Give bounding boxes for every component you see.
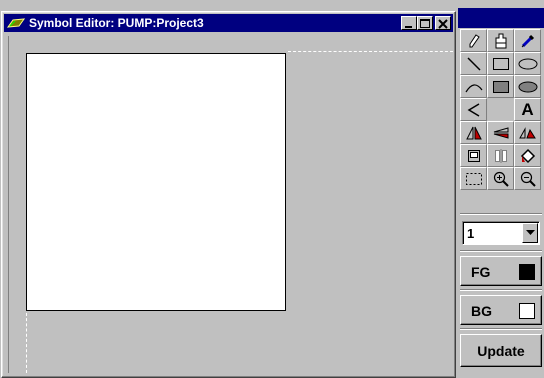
tool-grid: A bbox=[460, 29, 542, 190]
palette-title-bar[interactable] bbox=[458, 8, 544, 28]
pump-app-icon bbox=[7, 15, 27, 31]
pencil-tool[interactable] bbox=[460, 29, 487, 52]
eyedropper-tool[interactable] bbox=[514, 29, 541, 52]
line-tool[interactable] bbox=[460, 52, 487, 75]
pencil-icon bbox=[469, 33, 480, 47]
zoom-in-icon bbox=[493, 171, 509, 187]
mirror-tool[interactable] bbox=[487, 144, 514, 167]
polyline-icon bbox=[467, 102, 479, 117]
zoom-out-icon bbox=[520, 171, 536, 187]
dropdown-arrow-icon[interactable] bbox=[522, 223, 538, 243]
fg-color-swatch bbox=[519, 264, 535, 280]
color-fill-icon bbox=[520, 148, 535, 163]
text-icon: A bbox=[521, 100, 534, 119]
symbol-canvas[interactable] bbox=[26, 53, 286, 311]
tool-palette: A 1 FG BG Update bbox=[456, 0, 544, 378]
editor-client-area bbox=[6, 36, 453, 373]
frame-icon bbox=[467, 149, 480, 162]
polyline-tool[interactable] bbox=[460, 98, 487, 121]
bg-color-swatch bbox=[519, 303, 535, 319]
paint-bucket-icon bbox=[495, 33, 506, 48]
title-bar[interactable]: Symbol Editor: PUMP:Project3 bbox=[4, 14, 453, 32]
palette-separator bbox=[460, 328, 542, 330]
client-border bbox=[8, 36, 9, 373]
extent-guide-vertical bbox=[26, 313, 27, 373]
color-fill-tool[interactable] bbox=[514, 144, 541, 167]
window-title: Symbol Editor: PUMP:Project3 bbox=[29, 16, 204, 30]
rotate-tool[interactable] bbox=[514, 121, 541, 144]
ellipse-tool[interactable] bbox=[514, 52, 541, 75]
update-button[interactable]: Update bbox=[460, 334, 542, 367]
palette-separator bbox=[460, 289, 542, 291]
foreground-color-button[interactable]: FG bbox=[460, 256, 542, 286]
fg-label: FG bbox=[471, 264, 491, 280]
marquee-select-icon bbox=[465, 172, 482, 185]
ellipse-outline-icon bbox=[518, 58, 537, 69]
rectangle-tool[interactable] bbox=[487, 52, 514, 75]
zoom-out-tool[interactable] bbox=[514, 167, 541, 190]
select-tool[interactable] bbox=[460, 167, 487, 190]
ellipse-filled-icon bbox=[518, 81, 537, 92]
extent-guide-horizontal bbox=[288, 51, 453, 52]
close-icon[interactable] bbox=[435, 16, 451, 30]
flip-horizontal-icon bbox=[465, 126, 482, 139]
line-width-select[interactable]: 1 bbox=[462, 221, 540, 245]
rotate-icon bbox=[518, 126, 536, 138]
empty-tool-slot bbox=[487, 98, 514, 121]
rectangle-outline-icon bbox=[492, 57, 509, 70]
arc-icon bbox=[464, 83, 482, 92]
rectangle-filled-icon bbox=[492, 80, 509, 93]
bg-label: BG bbox=[471, 303, 492, 319]
palette-separator bbox=[460, 250, 542, 252]
flip-horizontal-tool[interactable] bbox=[460, 121, 487, 144]
filled-rectangle-tool[interactable] bbox=[487, 75, 514, 98]
symbol-editor-window: Symbol Editor: PUMP:Project3 bbox=[1, 11, 456, 378]
maximize-icon[interactable] bbox=[417, 16, 433, 30]
flip-vertical-icon bbox=[493, 126, 508, 139]
fill-tool[interactable] bbox=[487, 29, 514, 52]
palette-separator bbox=[460, 213, 542, 215]
flip-vertical-tool[interactable] bbox=[487, 121, 514, 144]
eyedropper-icon bbox=[521, 34, 534, 47]
mirror-icon bbox=[494, 148, 507, 163]
zoom-in-tool[interactable] bbox=[487, 167, 514, 190]
text-tool[interactable]: A bbox=[514, 98, 541, 121]
background-color-button[interactable]: BG bbox=[460, 295, 542, 325]
line-width-value: 1 bbox=[467, 226, 475, 241]
line-icon bbox=[466, 56, 481, 71]
minimize-icon[interactable] bbox=[401, 16, 417, 30]
arc-tool[interactable] bbox=[460, 75, 487, 98]
frame-tool[interactable] bbox=[460, 144, 487, 167]
filled-ellipse-tool[interactable] bbox=[514, 75, 541, 98]
